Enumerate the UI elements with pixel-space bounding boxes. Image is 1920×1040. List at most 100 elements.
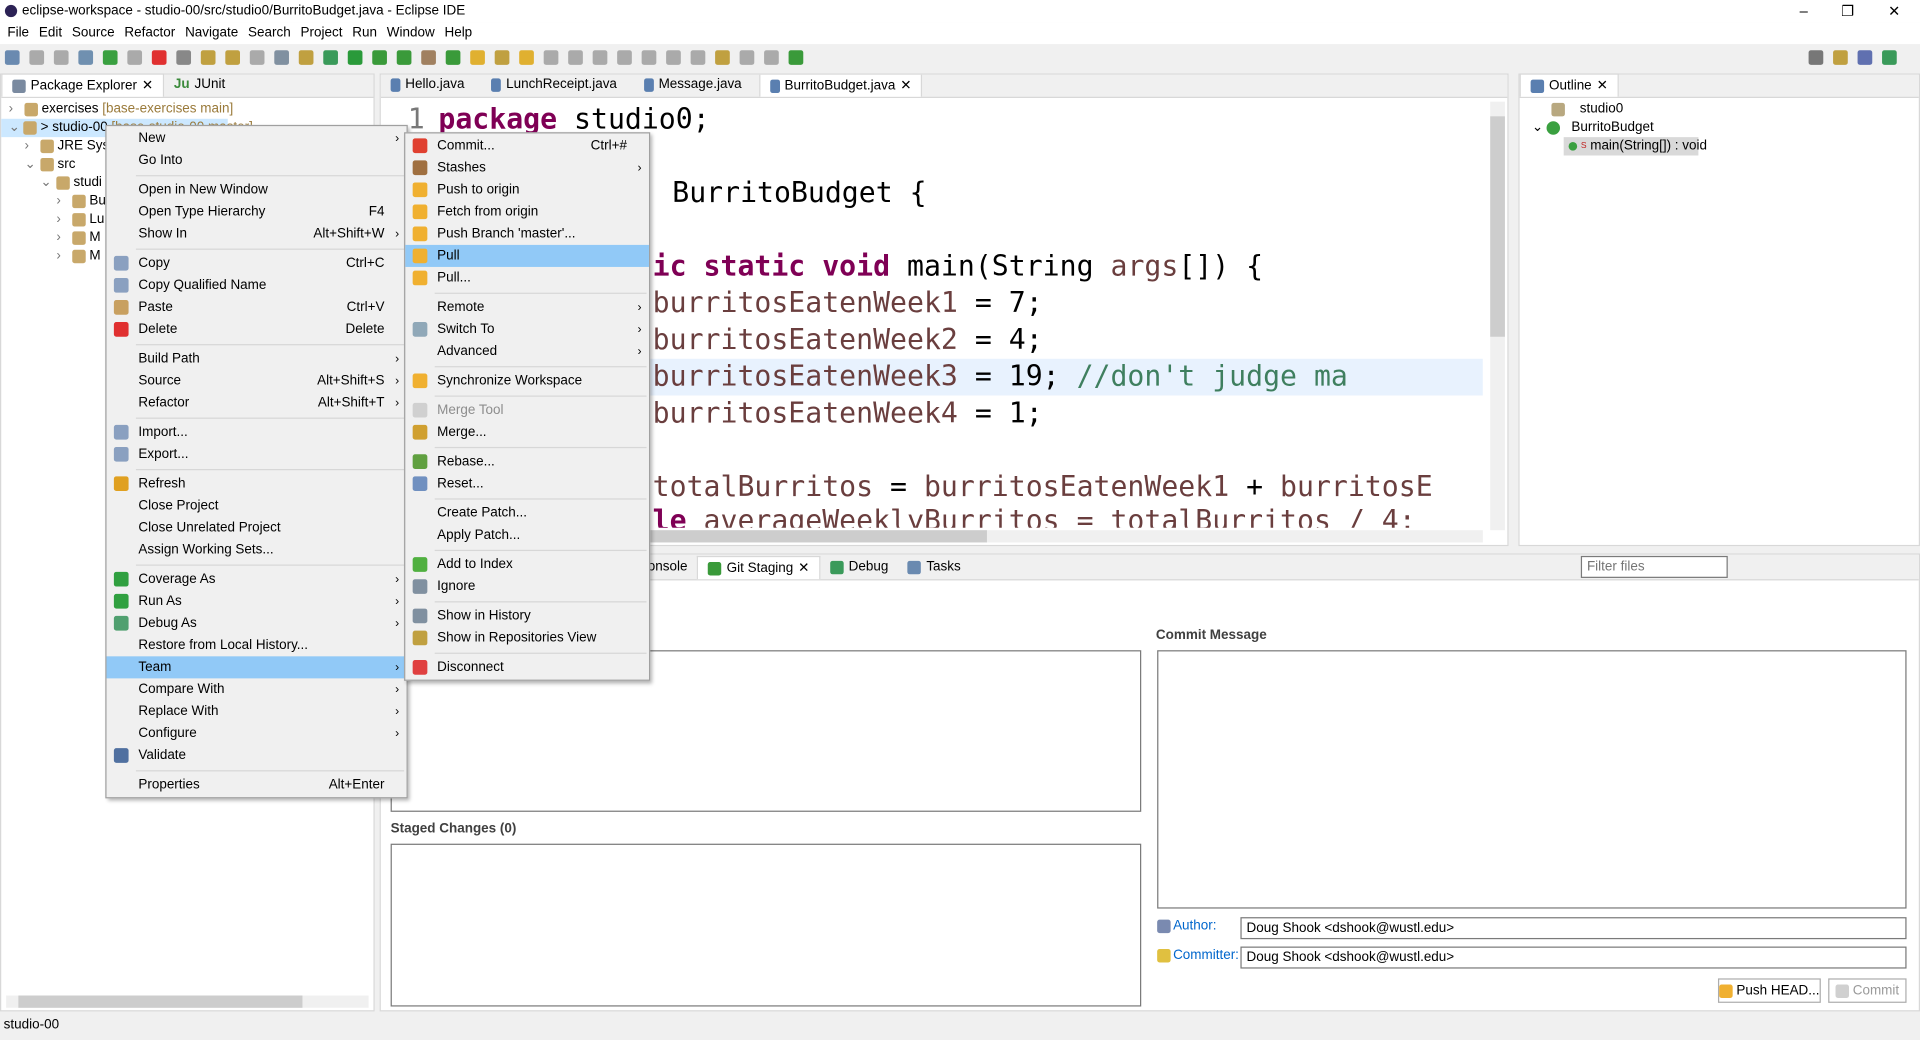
menu-search[interactable]: Search xyxy=(248,22,291,44)
minimize-button[interactable]: – xyxy=(1785,2,1822,19)
toolbar-button-icon[interactable] xyxy=(715,50,730,65)
toolbar-button-icon[interactable] xyxy=(249,50,265,65)
menu-item-show-in[interactable]: Show In Alt+Shift+W › xyxy=(107,223,407,245)
editor-horizontal-scrollbar[interactable] xyxy=(650,530,1483,543)
menu-item-commit[interactable]: Commit... Ctrl+# xyxy=(405,135,649,157)
close-button[interactable]: ✕ xyxy=(1876,2,1913,19)
menu-navigate[interactable]: Navigate xyxy=(185,22,238,44)
menu-item-stashes[interactable]: Stashes › xyxy=(405,157,649,179)
menu-item-run-as[interactable]: Run As › xyxy=(107,590,407,612)
toolbar-button-icon[interactable] xyxy=(323,50,338,65)
toolbar-button-icon[interactable] xyxy=(690,50,706,65)
close-tab-icon[interactable]: ✕ xyxy=(1597,77,1608,95)
staged-changes-list[interactable] xyxy=(390,843,1142,1007)
menu-item-copy-qualified-name[interactable]: Copy Qualified Name xyxy=(107,274,407,296)
menu-item-validate[interactable]: Validate xyxy=(107,744,407,766)
toolbar-button-icon[interactable] xyxy=(421,50,436,65)
menu-item-pull[interactable]: Pull xyxy=(405,244,649,267)
toolbar-button-icon[interactable] xyxy=(347,50,363,65)
toolbar-button-icon[interactable] xyxy=(568,50,583,65)
menu-item-synchronize-workspace[interactable]: Synchronize Workspace xyxy=(405,370,649,392)
search-icon[interactable] xyxy=(1808,50,1824,65)
menu-item-fetch-from-origin[interactable]: Fetch from origin xyxy=(405,201,649,223)
menu-source[interactable]: Source xyxy=(72,22,115,44)
menu-item-apply-patch[interactable]: Apply Patch... xyxy=(405,524,649,546)
menu-item-add-to-index[interactable]: Add to Index xyxy=(405,553,649,575)
expand-arrow-icon[interactable]: › xyxy=(56,192,68,210)
menu-help[interactable]: Help xyxy=(444,22,472,44)
menu-item-coverage-as[interactable]: Coverage As › xyxy=(107,568,407,590)
tab-outline[interactable]: Outline ✕ xyxy=(1519,73,1619,97)
menu-item-assign-working-sets[interactable]: Assign Working Sets... xyxy=(107,539,407,561)
bottom-tab[interactable]: Debug xyxy=(820,556,898,579)
menu-item-open-type-hierarchy[interactable]: Open Type Hierarchy F4 xyxy=(107,201,407,223)
tree-item[interactable]: › exercises [base-exercises main] xyxy=(1,100,373,118)
menu-item-replace-with[interactable]: Replace With › xyxy=(107,700,407,722)
collapse-arrow-icon[interactable]: ⌄ xyxy=(24,156,36,174)
menu-item-merge[interactable]: Merge... xyxy=(405,421,649,443)
menu-item-pull[interactable]: Pull... xyxy=(405,267,649,289)
editor-tab[interactable]: BurritoBudget.java ✕ xyxy=(758,74,923,97)
close-tab-icon[interactable]: ✕ xyxy=(142,77,153,95)
horizontal-scrollbar[interactable] xyxy=(6,995,369,1008)
toolbar-button-icon[interactable] xyxy=(274,50,289,65)
toolbar-button-icon[interactable] xyxy=(666,50,681,65)
outline-package[interactable]: studio0 xyxy=(1520,100,1919,118)
menu-item-show-in-history[interactable]: Show in History xyxy=(405,605,649,627)
menu-item-refresh[interactable]: Refresh xyxy=(107,473,407,495)
toolbar-button-icon[interactable] xyxy=(176,50,192,65)
commit-button[interactable]: Commit xyxy=(1828,978,1907,1003)
menu-item-restore-from-local-history[interactable]: Restore from Local History... xyxy=(107,634,407,656)
toolbar-button-icon[interactable] xyxy=(470,50,485,65)
menu-item-merge-tool[interactable]: Merge Tool xyxy=(405,399,649,421)
filter-files-input[interactable] xyxy=(1580,555,1728,578)
menu-item-open-in-new-window[interactable]: Open in New Window xyxy=(107,179,407,201)
editor-tab[interactable]: Hello.java xyxy=(381,75,474,97)
menu-item-build-path[interactable]: Build Path › xyxy=(107,348,407,370)
collapse-arrow-icon[interactable]: ⌄ xyxy=(9,119,20,137)
toolbar-button-icon[interactable] xyxy=(78,50,94,65)
menu-item-ignore[interactable]: Ignore xyxy=(405,576,649,598)
menu-item-configure[interactable]: Configure › xyxy=(107,722,407,744)
menu-refactor[interactable]: Refactor xyxy=(124,22,175,44)
collapse-arrow-icon[interactable]: ⌄ xyxy=(40,174,52,192)
expand-icon[interactable]: ⌄ xyxy=(1532,119,1543,137)
expand-arrow-icon[interactable]: › xyxy=(56,211,68,229)
toolbar-button-icon[interactable] xyxy=(788,50,804,65)
toolbar-button-icon[interactable] xyxy=(592,50,608,65)
toolbar-button-icon[interactable] xyxy=(102,50,118,65)
menu-item-push-branch-master[interactable]: Push Branch 'master'... xyxy=(405,223,649,245)
menu-item-new[interactable]: New › xyxy=(107,127,407,149)
toolbar-button-icon[interactable] xyxy=(543,50,559,65)
toolbar-button-icon[interactable] xyxy=(764,50,779,65)
toolbar-button-icon[interactable] xyxy=(53,50,69,65)
menu-edit[interactable]: Edit xyxy=(39,22,62,44)
toolbar-button-icon[interactable] xyxy=(298,50,314,65)
java-perspective-icon[interactable] xyxy=(1857,50,1873,65)
debug-perspective-icon[interactable] xyxy=(1882,50,1897,65)
menu-item-create-patch[interactable]: Create Patch... xyxy=(405,502,649,524)
toolbar-button-icon[interactable] xyxy=(4,50,20,65)
expand-arrow-icon[interactable]: › xyxy=(9,100,21,118)
editor-tab[interactable]: Message.java xyxy=(634,75,751,97)
menu-item-reset[interactable]: Reset... xyxy=(405,473,649,495)
menu-item-compare-with[interactable]: Compare With › xyxy=(107,678,407,700)
maximize-button[interactable]: ❐ xyxy=(1829,2,1866,19)
menu-item-team[interactable]: Team › xyxy=(106,656,407,679)
committer-field[interactable]: Doug Shook <dshook@wustl.edu> xyxy=(1240,946,1907,969)
menu-item-show-in-repositories-view[interactable]: Show in Repositories View xyxy=(405,627,649,649)
menu-item-debug-as[interactable]: Debug As › xyxy=(107,612,407,634)
menu-item-import[interactable]: Import... xyxy=(107,421,407,443)
toolbar-button-icon[interactable] xyxy=(739,50,755,65)
push-head-button[interactable]: Push HEAD... xyxy=(1717,978,1821,1003)
vertical-scrollbar[interactable] xyxy=(1490,101,1505,531)
menu-project[interactable]: Project xyxy=(301,22,343,44)
expand-arrow-icon[interactable]: › xyxy=(56,247,68,265)
menu-run[interactable]: Run xyxy=(352,22,377,44)
close-tab-icon[interactable]: ✕ xyxy=(798,559,809,577)
open-perspective-icon[interactable] xyxy=(1833,50,1848,65)
toolbar-button-icon[interactable] xyxy=(151,50,167,65)
close-tab-icon[interactable]: ✕ xyxy=(900,77,911,95)
tab-junit[interactable]: Ju JUnit xyxy=(164,73,235,96)
menu-item-go-into[interactable]: Go Into xyxy=(107,149,407,171)
